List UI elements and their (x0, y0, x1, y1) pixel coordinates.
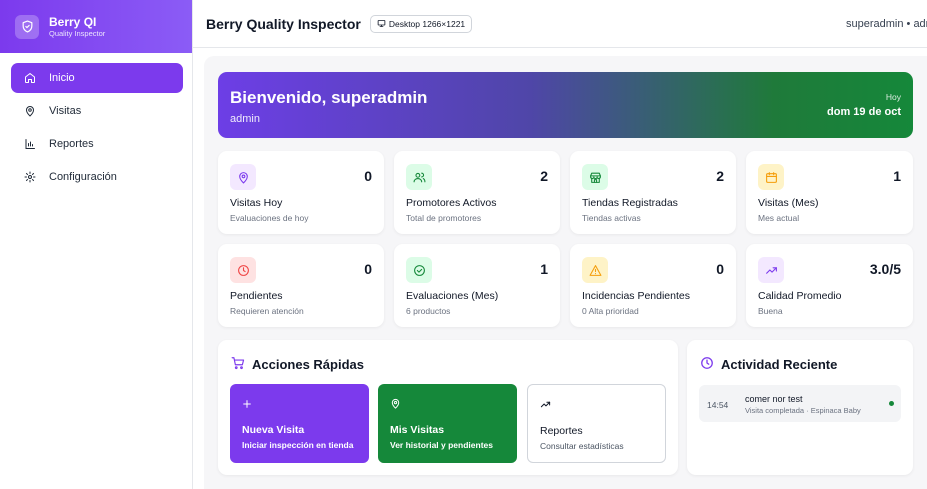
quick-action-sub: Iniciar inspección en tienda (242, 440, 354, 450)
activity-subtitle: Visita completada · Espinaca Baby (745, 406, 861, 415)
stat-desc: Requieren atención (230, 306, 304, 316)
stat-desc: Buena (758, 306, 783, 316)
quick-actions-panel: Acciones Rápidas Nueva Visita Iniciar in… (218, 340, 678, 475)
stat-name: Pendientes (230, 290, 283, 302)
today-label: Hoy (885, 92, 901, 102)
top-header: Berry Quality Inspector Desktop 1266×122… (193, 0, 927, 48)
welcome-title: Bienvenido, superadmin (230, 88, 428, 107)
stat-value: 0 (364, 261, 372, 277)
stat-card-promotores[interactable]: 2 Promotores Activos Total de promotores (394, 151, 560, 234)
brand-subtitle: Quality Inspector (49, 28, 106, 38)
device-badge-label: Desktop 1266×1221 (388, 18, 466, 29)
monitor-icon (377, 20, 386, 27)
bar-chart-icon (23, 137, 37, 151)
plus-icon (242, 396, 252, 414)
stat-desc: 0 Alta prioridad (582, 306, 639, 316)
stat-desc: 6 productos (406, 306, 451, 316)
stat-value: 1 (540, 261, 548, 277)
stat-card-evaluaciones[interactable]: 1 Evaluaciones (Mes) 6 productos (394, 244, 560, 327)
stat-value: 3.0/5 (869, 261, 901, 277)
gear-icon (23, 170, 37, 184)
stat-card-incidencias[interactable]: 0 Incidencias Pendientes 0 Alta priorida… (570, 244, 736, 327)
stat-desc: Evaluaciones de hoy (230, 213, 309, 223)
warning-icon (582, 257, 608, 283)
new-visit-button[interactable]: Nueva Visita Iniciar inspección en tiend… (230, 384, 369, 463)
sidebar-item-visitas[interactable]: Visitas (11, 96, 183, 126)
trending-up-icon (540, 397, 551, 415)
stat-value: 1 (893, 168, 901, 184)
sidebar-item-configuracion[interactable]: Configuración (11, 162, 183, 192)
recent-activity-title: Actividad Reciente (721, 357, 838, 372)
sidebar: Berry QI Quality Inspector Inicio Visita… (0, 0, 193, 489)
stat-desc: Mes actual (758, 213, 800, 223)
trending-up-icon (758, 257, 784, 283)
map-pin-icon (390, 396, 401, 414)
calendar-icon (758, 164, 784, 190)
sidebar-item-inicio[interactable]: Inicio (11, 63, 183, 93)
stat-card-visitas-mes[interactable]: 1 Visitas (Mes) Mes actual (746, 151, 913, 234)
home-icon (23, 71, 37, 85)
cart-icon (231, 356, 245, 373)
stat-name: Visitas (Mes) (758, 197, 819, 209)
sidebar-item-label: Inicio (49, 72, 75, 84)
quick-action-title: Reportes (540, 425, 583, 437)
map-pin-icon (230, 164, 256, 190)
quick-action-sub: Consultar estadísticas (540, 441, 624, 451)
stat-card-visitas-hoy[interactable]: 0 Visitas Hoy Evaluaciones de hoy (218, 151, 384, 234)
quick-action-title: Mis Visitas (390, 424, 445, 436)
clock-icon (700, 356, 714, 373)
quick-action-sub: Ver historial y pendientes (390, 440, 493, 450)
sidebar-nav: Inicio Visitas Reportes Configuración (0, 53, 192, 192)
stat-name: Calidad Promedio (758, 290, 842, 302)
page-title: Berry Quality Inspector (206, 15, 361, 32)
quick-action-title: Nueva Visita (242, 424, 305, 436)
reports-button[interactable]: Reportes Consultar estadísticas (527, 384, 666, 463)
status-dot (889, 401, 894, 406)
sidebar-item-reportes[interactable]: Reportes (11, 129, 183, 159)
shield-logo-icon (15, 14, 39, 39)
welcome-role: admin (230, 113, 260, 125)
quick-actions-title: Acciones Rápidas (252, 357, 364, 372)
activity-item[interactable]: 14:54 comer nor test Visita completada ·… (699, 385, 901, 422)
sidebar-item-label: Visitas (49, 105, 82, 117)
welcome-banner: Bienvenido, superadmin admin Hoy dom 19 … (218, 72, 913, 138)
stat-name: Evaluaciones (Mes) (406, 290, 499, 302)
sidebar-item-label: Reportes (49, 138, 94, 150)
stat-desc: Tiendas activas (582, 213, 641, 223)
my-visits-button[interactable]: Mis Visitas Ver historial y pendientes (378, 384, 517, 463)
activity-time: 14:54 (707, 400, 729, 410)
user-menu[interactable]: superadmin • adm (846, 18, 927, 30)
sidebar-item-label: Configuración (49, 171, 117, 183)
device-badge: Desktop 1266×1221 (369, 14, 473, 33)
clock-icon (230, 257, 256, 283)
stat-card-calidad[interactable]: 3.0/5 Calidad Promedio Buena (746, 244, 913, 327)
activity-title: comer nor test (745, 394, 803, 404)
today-date: dom 19 de oct (827, 106, 901, 118)
stat-value: 2 (716, 168, 724, 184)
check-circle-icon (406, 257, 432, 283)
stat-card-tiendas[interactable]: 2 Tiendas Registradas Tiendas activas (570, 151, 736, 234)
stat-name: Visitas Hoy (230, 197, 283, 209)
stat-card-pendientes[interactable]: 0 Pendientes Requieren atención (218, 244, 384, 327)
main-content: Bienvenido, superadmin admin Hoy dom 19 … (204, 56, 927, 489)
recent-activity-panel: Actividad Reciente 14:54 comer nor test … (687, 340, 913, 475)
stat-value: 2 (540, 168, 548, 184)
stat-name: Incidencias Pendientes (582, 290, 690, 302)
stat-desc: Total de promotores (406, 213, 482, 223)
stat-value: 0 (364, 168, 372, 184)
brand-header[interactable]: Berry QI Quality Inspector (0, 0, 192, 53)
stat-value: 0 (716, 261, 724, 277)
stat-name: Promotores Activos (406, 197, 497, 209)
users-icon (406, 164, 432, 190)
stat-name: Tiendas Registradas (582, 197, 678, 209)
store-icon (582, 164, 608, 190)
brand-title: Berry QI (49, 14, 97, 29)
map-pin-icon (23, 104, 37, 118)
